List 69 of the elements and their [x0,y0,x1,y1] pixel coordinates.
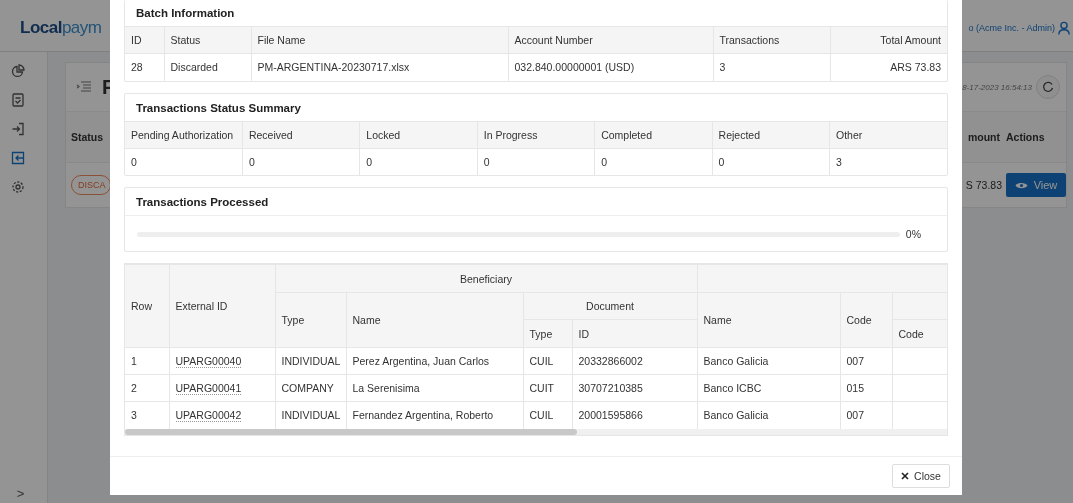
column-header: Type [523,319,572,348]
close-button[interactable]: Close [892,464,950,488]
table-cell: CUIL [523,347,572,375]
column-header: Received [242,121,360,148]
column-header: ID [125,26,164,54]
table-cell: 20332866002 [572,347,697,375]
column-header: Account Number [508,26,713,54]
section-title: Batch Information [135,6,236,21]
section-title: Transactions Status Summary [135,100,302,116]
external-id-link[interactable]: UPARG00042 [175,409,242,423]
table-cell: 3 [829,148,947,175]
column-header: Name [346,292,523,348]
user-name[interactable]: o (Acme Inc. - Admin) [968,22,1055,33]
column-header: Other [829,121,947,148]
table-cell: ARS 73.83 [830,53,947,81]
column-header: Locked [359,121,478,148]
column-header: Status [164,26,251,54]
external-id-link[interactable]: UPARG00040 [175,355,242,368]
updated-time: 8-17-2023 16:54:13 [962,82,1032,92]
sign-out-icon[interactable] [10,151,25,165]
table-cell: Banco ICBC [697,374,840,402]
table-cell: Banco Galicia [697,347,840,375]
column-header: mount [967,131,1000,143]
table-cell: 30707210385 [572,374,697,402]
column-header: Status [71,131,104,143]
column-header: Transactions [713,26,830,54]
table-cell: 015 [840,374,892,402]
column-header: Row [125,264,169,348]
table-cell: Perez Argentina, Juan Carlos [346,347,523,375]
external-id-link[interactable]: UPARG00041 [175,382,242,395]
column-header: External ID [169,264,275,348]
amount-cell: S 73.83 [965,179,1002,191]
column-header: Actions [1006,131,1046,143]
column-header: Type [275,292,346,348]
table-cell: 0 [125,148,243,175]
table-cell: COMPANY [275,374,346,402]
table-cell: 3 [125,401,169,429]
column-header: Code [840,292,892,348]
document-icon[interactable] [10,93,25,107]
column-header: Total Amount [830,26,947,54]
list-icon[interactable] [76,80,92,94]
close-icon [901,472,910,480]
table-cell: CUIT [523,374,572,402]
column-header: File Name [251,26,508,54]
logo: Localpaym [20,17,102,38]
expand-toggle[interactable]: > [16,486,25,501]
chart-icon[interactable] [10,64,25,78]
view-button[interactable]: View [1006,173,1066,197]
table-cell: 2 [125,374,169,402]
refresh-button[interactable] [1036,75,1060,99]
gear-icon[interactable] [10,180,25,194]
eye-icon [1014,180,1028,190]
user-icon[interactable] [1058,19,1070,36]
table-cell: 1 [125,347,169,375]
section-title: Transactions Processed [135,195,270,210]
column-header: Pending Authorization [125,121,243,148]
column-group-header: Document [523,292,697,320]
table-cell: 007 [840,347,892,375]
scrollbar[interactable] [125,428,947,435]
column-header: In Progress [477,121,595,148]
sign-in-icon[interactable] [10,122,25,136]
table-cell: La Serenisima [346,374,523,402]
column-header: Completed [594,121,713,148]
table-cell: INDIVIDUAL [275,347,346,375]
refresh-icon [1042,81,1054,93]
column-header: Rejected [712,121,830,148]
progress-reading: 0% [905,228,921,240]
column-group-header: Beneficiary [275,264,697,293]
table-cell: 28 [125,53,164,81]
